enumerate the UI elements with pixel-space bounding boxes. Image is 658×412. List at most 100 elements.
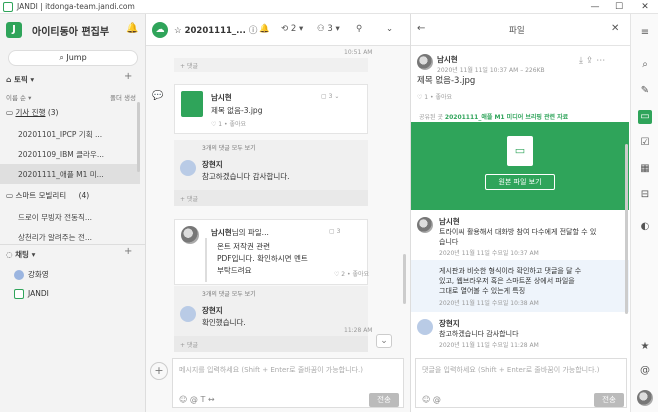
send-button[interactable]: 전송 xyxy=(594,393,624,407)
mention-icon[interactable]: @ xyxy=(433,395,441,404)
uploader-name[interactable]: 남시현 xyxy=(437,54,458,65)
emoji-icon[interactable]: ☺ xyxy=(179,395,187,404)
topic-room-1[interactable]: 20201101_IPCP 기획 ... xyxy=(18,124,140,144)
comment-sender[interactable]: 장현지 xyxy=(202,305,223,316)
comment-text: 트라이씨 활용해서 대화방 참여 다수에게 전달할 수 있 xyxy=(439,228,597,236)
workspace-name[interactable]: 아이티동아 편집부 xyxy=(32,23,109,38)
back-arrow-icon[interactable]: ← xyxy=(417,23,425,34)
tasks-icon[interactable]: ☑ xyxy=(638,136,652,150)
invite-icon[interactable]: ⚲ xyxy=(356,24,362,34)
info-icon[interactable]: ⓘ xyxy=(246,26,258,36)
jump-button[interactable]: ⌕ Jump xyxy=(8,50,138,66)
comment-bubble-icon[interactable]: 💬 xyxy=(152,91,166,103)
chat-header[interactable]: ◌ 채팅 ▾ xyxy=(6,249,35,260)
close-window-button[interactable]: ✕ xyxy=(636,1,654,13)
avatar xyxy=(181,226,199,244)
file-name[interactable]: 제목 없음-3.jpg xyxy=(211,105,262,116)
menu-icon[interactable]: ≡ xyxy=(638,26,652,40)
send-button[interactable]: 전송 xyxy=(369,393,399,407)
view-all-comments-link[interactable]: 3개의 댓글 모두 보기 xyxy=(202,143,256,152)
comment-label: 댓글 xyxy=(186,196,198,203)
search-icon[interactable]: ⌕ xyxy=(638,58,652,72)
calendar-icon[interactable]: ▦ xyxy=(638,162,652,176)
comment-button[interactable]: + 댓글 xyxy=(174,336,368,352)
like-stat-text: 1 • 좋아요 xyxy=(218,121,247,128)
comment-button[interactable]: + 댓글 xyxy=(174,58,368,72)
chevron-down-icon[interactable]: ⌄ xyxy=(386,24,393,34)
file-document-icon: ▭ xyxy=(507,136,533,166)
folder-smart-mobility[interactable]: ▭ 스마트 모빌리티 (4) xyxy=(6,190,140,204)
view-all-comments-link[interactable]: 3개의 댓글 모두 보기 xyxy=(202,289,256,298)
sender-name[interactable]: 남시현 xyxy=(211,92,232,103)
jump-label: Jump xyxy=(66,53,87,62)
format-icon[interactable]: ↔ xyxy=(208,395,215,404)
connect-icon[interactable]: ◐ xyxy=(638,220,652,234)
mention-icon[interactable]: @ xyxy=(638,364,652,378)
mention-icon[interactable]: @ xyxy=(190,395,198,404)
close-icon[interactable]: ✕ xyxy=(611,23,619,34)
more-icon[interactable]: ⋯ xyxy=(596,56,605,66)
people-button[interactable]: ⚇ 3 ▾ xyxy=(317,24,340,34)
scroll-down-button[interactable]: ⌄ xyxy=(376,334,392,348)
share-icon[interactable]: ⇪ xyxy=(586,56,594,66)
chat-icon: ◌ xyxy=(6,250,16,259)
files-icon[interactable]: ▭ xyxy=(638,110,652,124)
topics-header[interactable]: ⌂ 토픽 ▾ xyxy=(6,74,34,85)
file-message[interactable]: 남시현 ▢ 3 ⌄ 제목 없음-3.jpg ♡ 1 • 좋아요 xyxy=(174,84,368,134)
people-count: 3 xyxy=(327,24,333,34)
topic-room-2[interactable]: 20201109_IBM 클라우... xyxy=(18,144,140,164)
file-preview[interactable]: ▭ 원본 파일 보기 xyxy=(411,122,629,210)
maximize-button[interactable]: ☐ xyxy=(610,1,628,13)
members-button[interactable]: ⟲ 2 ▾ xyxy=(281,24,303,34)
star-icon[interactable]: ★ xyxy=(638,340,652,354)
topic-room-4[interactable]: 드로이 무빙자 전동직... xyxy=(18,207,140,227)
folder-article-progress[interactable]: ▭ 기사 진행 (3) xyxy=(6,107,140,121)
download-icon[interactable]: ⤓ xyxy=(579,56,583,66)
profile-avatar[interactable] xyxy=(637,390,653,406)
dm-item-kang[interactable]: 강화영 xyxy=(14,269,49,280)
share-icon: ⟲ xyxy=(281,24,291,34)
notification-bell-icon[interactable]: 🔔 xyxy=(126,23,138,34)
chat-label: 채팅 xyxy=(15,250,29,259)
file-panel: ← 파일 ✕ 남시현 2020년 11월 11일 10:37 AM – 226K… xyxy=(410,14,631,412)
shared-location: 공유된 곳 20201111_애플 M1 미디어 브리핑 관련 자료 xyxy=(419,112,568,121)
notes-icon[interactable]: ✎ xyxy=(638,84,652,98)
sidebar-scrollbar[interactable] xyxy=(137,102,140,172)
view-original-button[interactable]: 원본 파일 보기 xyxy=(485,174,555,190)
bell-icon[interactable]: 🔔 xyxy=(259,24,270,34)
star-icon[interactable]: ☆ xyxy=(174,26,185,36)
chat-header-bar: ☁ ☆ 20201111_... ⓘ 🔔 ⟲ 2 ▾ ⚇ 3 ▾ ⚲ ⌄ xyxy=(146,14,410,46)
shared-channel-link[interactable]: 20201111_애플 M1 미디어 브리핑 관련 자료 xyxy=(445,114,568,121)
upload-meta: 2020년 11월 11일 10:37 AM – 226KB xyxy=(437,67,545,74)
panel-scrollbar[interactable] xyxy=(625,144,628,314)
message-title[interactable]: 남시현님의 파일... xyxy=(211,227,269,238)
add-chat-button[interactable]: + xyxy=(124,246,132,257)
channel-title-text: 20201111_... xyxy=(184,26,246,36)
comment-input[interactable]: 댓글을 입력하세요 (Shift + Enter로 줄바꿈이 가능합니다.) ☺… xyxy=(415,358,627,408)
comment-sender[interactable]: 남시현 xyxy=(439,216,460,227)
comment-thread: 3개의 댓글 모두 보기 장현지 확인했습니다. + 댓글 xyxy=(174,286,368,352)
avatar xyxy=(417,217,433,233)
comment-sender[interactable]: 장현지 xyxy=(202,159,223,170)
panel-comment: 장현지 참고하겠습니다 감사합니다 2020년 11월 11일 수요일 11:2… xyxy=(411,312,629,354)
topic-room-3-active[interactable]: 20201111_애플 M1 미... xyxy=(0,164,140,184)
chat-scrollbar[interactable] xyxy=(403,254,406,304)
inbox-icon[interactable]: ⊟ xyxy=(638,188,652,202)
create-folder-button[interactable]: 폴더 생성 xyxy=(110,92,136,102)
minimize-button[interactable]: — xyxy=(586,1,604,13)
panel-comment: 남시현 트라이씨 활용해서 대화방 참여 다수에게 전달할 수 있 습니다 20… xyxy=(411,210,629,260)
workspace-logo-icon[interactable]: J xyxy=(6,22,22,38)
sort-dropdown[interactable]: 이름 순 ▾ xyxy=(6,92,31,102)
quote-bar xyxy=(205,238,207,282)
dm-item-jandi[interactable]: JANDI xyxy=(14,289,49,299)
comment-button[interactable]: + 댓글 xyxy=(174,190,368,206)
comment-sender[interactable]: 장현지 xyxy=(439,318,460,329)
add-topic-button[interactable]: + xyxy=(124,71,132,82)
message-input[interactable]: 메시지를 입력하세요 (Shift + Enter로 줄바꿈이 가능합니다.) … xyxy=(172,358,404,408)
channel-title[interactable]: ☆ 20201111_... ⓘ xyxy=(174,24,257,36)
attach-plus-button[interactable]: + xyxy=(150,362,168,380)
emoji-icon[interactable]: ☺ xyxy=(422,395,430,404)
folder-count: (3) xyxy=(47,108,59,117)
sticker-icon[interactable]: T xyxy=(200,395,205,404)
folder-label: 스마트 모빌리티 xyxy=(15,191,67,200)
